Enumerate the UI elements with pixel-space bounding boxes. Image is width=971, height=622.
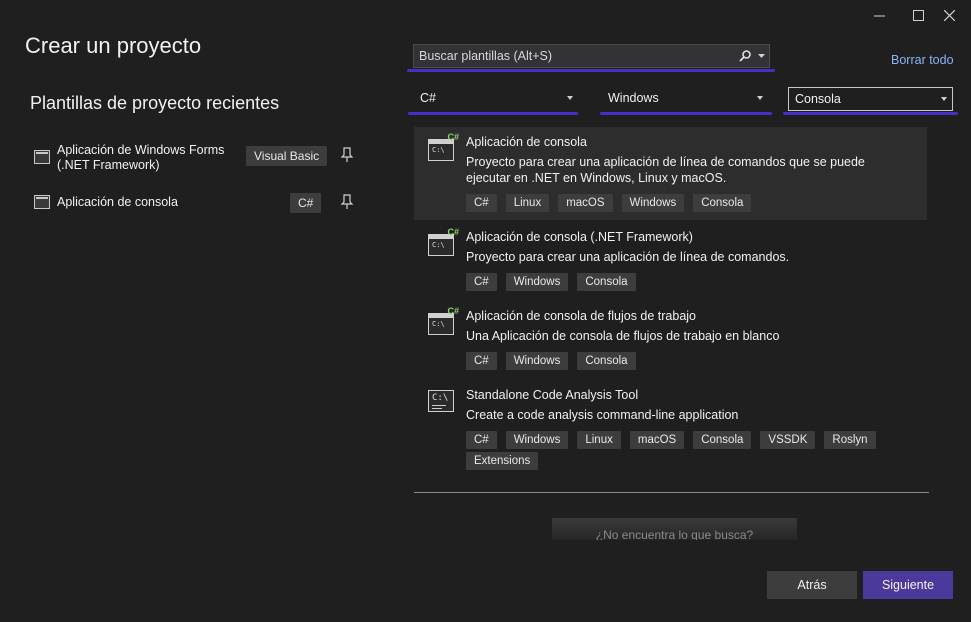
template-description: Proyecto para crear una aplicación de lí…	[466, 250, 790, 264]
tag: C#	[466, 273, 497, 291]
tag: Windows	[505, 431, 569, 449]
template-name: Standalone Code Analysis Tool	[466, 388, 639, 402]
tag: Consola	[577, 273, 636, 291]
tag: Windows	[621, 194, 685, 212]
template-description: Proyecto para crear una aplicación de lí…	[466, 155, 865, 185]
next-button[interactable]: Siguiente	[863, 571, 953, 599]
close-button[interactable]	[927, 0, 971, 30]
project-type-filter[interactable]: Consola	[788, 87, 953, 111]
project-type-filter-underline	[783, 112, 958, 115]
search-placeholder: Buscar plantillas (Alt+S)	[419, 49, 553, 63]
minimize-button[interactable]	[857, 0, 901, 30]
template-tags: C# Windows Consola	[466, 273, 926, 294]
console-app-icon	[34, 195, 50, 209]
language-filter-value: C#	[420, 91, 436, 105]
windows-forms-icon	[34, 150, 50, 164]
chevron-down-icon[interactable]	[758, 54, 765, 59]
template-console-app[interactable]: C:\ C# Aplicación de consola Proyecto par…	[414, 127, 927, 220]
tag: Linux	[505, 194, 550, 212]
tag: Consola	[693, 194, 752, 212]
code-analysis-icon: C:\	[428, 390, 454, 412]
clear-all-link[interactable]: Borrar todo	[891, 53, 954, 67]
tag: C#	[466, 431, 497, 449]
console-app-icon: C:\ C#	[428, 227, 459, 256]
recent-item-name: Aplicación de consola	[57, 195, 178, 209]
language-badge: C#	[290, 193, 322, 213]
console-app-icon: C:\ C#	[428, 306, 459, 335]
template-tags: C# Windows Consola	[466, 352, 926, 373]
language-filter[interactable]: C#	[414, 87, 578, 111]
platform-filter-value: Windows	[608, 91, 659, 105]
pin-icon[interactable]	[340, 194, 354, 210]
search-input[interactable]: Buscar plantillas (Alt+S)	[413, 44, 770, 68]
tag: Consola	[693, 431, 752, 449]
template-workflow-console-app[interactable]: C:\ C# Aplicación de consola de flujos de…	[414, 301, 927, 376]
search-icon[interactable]	[739, 50, 751, 62]
tag: C#	[466, 194, 497, 212]
template-name: Aplicación de consola de flujos de traba…	[466, 309, 697, 323]
back-button[interactable]: Atrás	[767, 571, 857, 599]
tag: Linux	[577, 431, 621, 449]
chevron-down-icon	[567, 96, 573, 100]
not-found-button[interactable]: ¿No encuentra lo que busca?	[552, 518, 797, 540]
tag: Windows	[505, 273, 569, 291]
divider	[414, 492, 929, 493]
language-badge: Visual Basic	[246, 146, 328, 166]
recent-templates-title: Plantillas de proyecto recientes	[30, 93, 280, 113]
tag: Consola	[577, 352, 636, 370]
template-name: Aplicación de consola (.NET Framework)	[466, 230, 693, 244]
platform-filter-underline	[600, 112, 772, 115]
recent-item-console-app[interactable]: Aplicación de consola C#	[30, 192, 360, 228]
page-title: Crear un proyecto	[25, 33, 202, 58]
template-description: Una Aplicación de consola de flujos de t…	[466, 329, 780, 343]
template-tags: C# Windows Linux macOS Consola VSSDK Ros…	[466, 431, 926, 473]
minimize-icon	[873, 15, 885, 16]
tag: Extensions	[466, 452, 539, 470]
platform-filter[interactable]: Windows	[602, 87, 768, 111]
project-type-filter-value: Consola	[795, 92, 841, 106]
tag: C#	[466, 352, 497, 370]
template-standalone-code-analysis-tool[interactable]: C:\ Standalone Code Analysis Tool Create…	[414, 380, 927, 475]
template-name: Aplicación de consola	[466, 135, 587, 149]
language-filter-underline	[408, 112, 578, 115]
pin-icon[interactable]	[340, 147, 354, 163]
template-description: Create a code analysis command-line appl…	[466, 408, 739, 422]
console-app-icon: C:\ C#	[428, 132, 459, 161]
chevron-down-icon	[757, 96, 763, 100]
recent-item-windows-forms[interactable]: Aplicación de Windows Forms (.NET Framew…	[30, 143, 360, 179]
template-tags: C# Linux macOS Windows Consola	[466, 194, 926, 215]
search-focus-underline	[407, 69, 775, 72]
tag: macOS	[558, 194, 613, 212]
tag: macOS	[629, 431, 685, 449]
recent-item-name: Aplicación de Windows Forms (.NET Framew…	[57, 143, 225, 172]
tag: Windows	[505, 352, 569, 370]
tag: VSSDK	[760, 431, 816, 449]
template-console-app-net-framework[interactable]: C:\ C# Aplicación de consola (.NET Framew…	[414, 222, 927, 297]
close-icon	[943, 9, 955, 21]
maximize-icon	[912, 9, 924, 21]
chevron-down-icon	[941, 97, 947, 101]
tag: Roslyn	[824, 431, 876, 449]
